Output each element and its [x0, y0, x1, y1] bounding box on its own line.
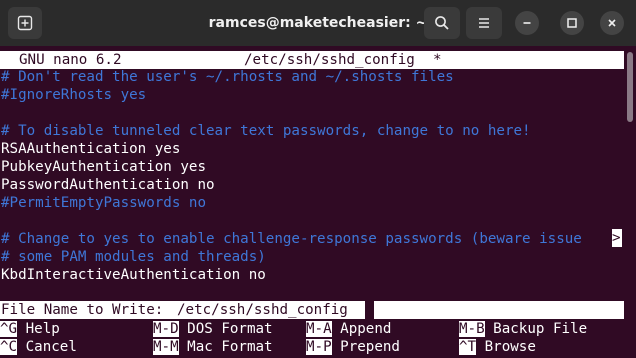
- minimize-icon: [523, 22, 531, 24]
- editor-line[interactable]: #PermitEmptyPasswords no: [1, 194, 206, 212]
- write-file-prompt[interactable]: File Name to Write: /etc/ssh/sshd_config: [0, 301, 624, 319]
- text-cursor: [365, 301, 374, 319]
- hamburger-menu-icon: [479, 18, 489, 28]
- shortcut-label: DOS Format: [187, 321, 273, 337]
- close-icon: [608, 19, 616, 27]
- window-title: ramces@maketecheasier: ~: [208, 15, 428, 31]
- shortcut-key: ^T: [459, 339, 477, 355]
- maximize-button[interactable]: [560, 11, 584, 35]
- shortcut-cancel[interactable]: ^C Cancel: [0, 338, 77, 356]
- shortcut-prepend[interactable]: M-P Prepend: [306, 338, 400, 356]
- line-truncation-marker: >: [612, 229, 622, 247]
- editor-line[interactable]: # Don't read the user's ~/.rhosts and ~/…: [1, 68, 454, 86]
- shortcut-help[interactable]: ^G Help: [0, 320, 60, 338]
- shortcut-label: Backup File: [493, 321, 588, 337]
- search-icon: [435, 16, 449, 30]
- shortcut-backup-file[interactable]: M-B Backup File: [459, 320, 587, 338]
- editor-line[interactable]: # some PAM modules and threads): [1, 248, 266, 266]
- shortcut-browse[interactable]: ^T Browse: [459, 338, 536, 356]
- shortcut-mac-format[interactable]: M-M Mac Format: [153, 338, 273, 356]
- terminal-window: ramces@maketecheasier: ~ GNU nano 6.2 /e…: [0, 0, 636, 358]
- shortcut-key: M-P: [306, 339, 332, 355]
- shortcut-label: Help: [25, 321, 60, 337]
- new-tab-button[interactable]: [8, 7, 42, 39]
- shortcut-label: Append: [340, 321, 392, 337]
- prompt-label: File Name to Write:: [1, 302, 172, 318]
- shortcut-label: Prepend: [340, 339, 400, 355]
- shortcut-key: ^C: [0, 339, 18, 355]
- editor-line[interactable]: PasswordAuthentication no: [1, 176, 215, 194]
- editor-line[interactable]: PubkeyAuthentication yes: [1, 158, 206, 176]
- editor-line[interactable]: # Change to yes to enable challenge-resp…: [1, 230, 582, 248]
- shortcut-key: M-B: [459, 321, 485, 337]
- editor-line[interactable]: #IgnoreRhosts yes: [1, 86, 146, 104]
- nano-version: GNU nano 6.2: [19, 52, 122, 68]
- new-tab-icon: [17, 15, 33, 31]
- menu-button[interactable]: [466, 7, 502, 39]
- file-path: /etc/ssh/sshd_config: [244, 52, 415, 68]
- shortcut-label: Browse: [484, 339, 536, 355]
- editor-line[interactable]: # To disable tunneled clear text passwor…: [1, 122, 531, 140]
- minimize-button[interactable]: [515, 11, 539, 35]
- close-button[interactable]: [600, 11, 624, 35]
- scrollbar[interactable]: [627, 52, 633, 122]
- shortcut-append[interactable]: M-A Append: [306, 320, 391, 338]
- shortcut-label: Cancel: [25, 339, 77, 355]
- shortcut-key: ^G: [0, 321, 18, 337]
- shortcut-key: M-A: [306, 321, 332, 337]
- maximize-icon: [567, 18, 577, 28]
- shortcut-key: M-D: [153, 321, 179, 337]
- modified-indicator: *: [433, 52, 442, 68]
- editor-line[interactable]: KbdInteractiveAuthentication no: [1, 266, 266, 284]
- search-button[interactable]: [424, 7, 460, 39]
- shortcut-dos-format[interactable]: M-D DOS Format: [153, 320, 273, 338]
- title-bar: ramces@maketecheasier: ~: [0, 0, 636, 46]
- filename-input[interactable]: /etc/ssh/sshd_config: [177, 301, 348, 319]
- shortcut-key: M-M: [153, 339, 179, 355]
- shortcut-label: Mac Format: [187, 339, 273, 355]
- terminal-area[interactable]: GNU nano 6.2 /etc/ssh/sshd_config * # Do…: [0, 46, 624, 358]
- editor-line[interactable]: RSAAuthentication yes: [1, 140, 180, 158]
- nano-header-bar: GNU nano 6.2 /etc/ssh/sshd_config *: [0, 51, 624, 69]
